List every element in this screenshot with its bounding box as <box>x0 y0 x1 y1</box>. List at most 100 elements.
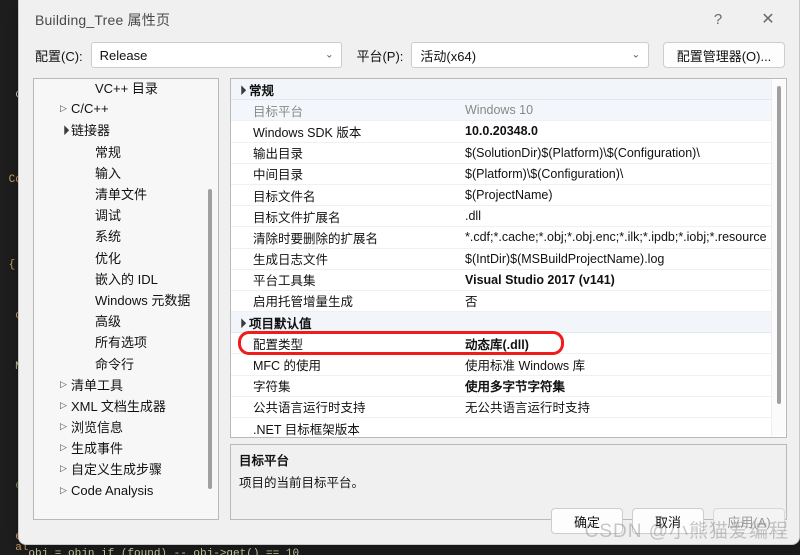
property-row[interactable]: 目标文件扩展名 .dll <box>231 206 772 228</box>
tree-item[interactable]: Code Analysis <box>34 480 204 501</box>
cancel-button[interactable]: 取消 <box>632 508 704 534</box>
tree-item[interactable]: VC++ 目录 <box>34 79 204 98</box>
property-value[interactable]: Windows 10 <box>459 103 772 117</box>
property-name: .NET 目标框架版本 <box>253 422 360 437</box>
configuration-manager-button[interactable]: 配置管理器(O)... <box>663 42 785 68</box>
tree-item[interactable]: 优化 <box>34 247 204 268</box>
property-row[interactable]: 目标平台 Windows 10 <box>231 100 772 122</box>
tree-twisty-right-icon[interactable] <box>56 443 71 452</box>
property-row[interactable]: 配置类型 动态库(.dll) <box>231 333 772 355</box>
chevron-down-icon: ⌄ <box>631 49 640 61</box>
property-row[interactable]: 中间目录 $(Platform)\$(Configuration)\ <box>231 164 772 185</box>
property-value[interactable]: 使用标准 Windows 库 <box>459 355 772 374</box>
close-icon[interactable]: ✕ <box>745 0 791 38</box>
property-row[interactable]: MFC 的使用 使用标准 Windows 库 <box>231 354 772 376</box>
tree-scrollbar-thumb[interactable] <box>208 189 212 489</box>
category-twisty-down-icon[interactable] <box>231 84 249 95</box>
property-name: 字符集 <box>253 380 291 395</box>
property-value[interactable]: $(IntDir)$(MSBuildProjectName).log <box>459 252 772 266</box>
title-bar: Building_Tree 属性页 ? ✕ <box>19 0 799 40</box>
configuration-value: Release <box>99 47 148 63</box>
configuration-bar: 配置(C): Release ⌄ 平台(P): 活动(x64) ⌄ 配置管理器(… <box>19 40 799 78</box>
platform-combobox[interactable]: 活动(x64) ⌄ <box>411 42 649 68</box>
platform-value: 活动(x64) <box>420 48 477 64</box>
property-value[interactable]: 使用多字节字符集 <box>459 376 772 395</box>
tree-twisty-right-icon[interactable] <box>56 486 71 495</box>
property-name: 公共语言运行时支持 <box>253 401 366 416</box>
tree-item[interactable]: 自定义生成步骤 <box>34 458 204 479</box>
property-value[interactable]: 动态库(.dll) <box>459 334 772 353</box>
tree-twisty-right-icon[interactable] <box>56 380 71 389</box>
property-name: 中间目录 <box>253 168 304 183</box>
tree-item[interactable]: 调试 <box>34 204 204 225</box>
tree-item[interactable]: 清单文件 <box>34 183 204 204</box>
tree-twisty-right-icon[interactable] <box>56 422 71 431</box>
ok-button[interactable]: 确定 <box>551 508 623 534</box>
property-value[interactable]: 10.0.20348.0 <box>459 124 772 138</box>
property-category-row[interactable]: 常规 <box>231 79 772 101</box>
property-value[interactable]: .dll <box>459 209 772 223</box>
tree-twisty-down-icon[interactable] <box>56 125 71 134</box>
property-row[interactable]: .NET 目标框架版本 <box>231 418 772 437</box>
property-row[interactable]: 公共语言运行时支持 无公共语言运行时支持 <box>231 397 772 418</box>
configuration-combobox[interactable]: Release ⌄ <box>90 42 343 68</box>
property-row[interactable]: 输出目录 $(SolutionDir)$(Platform)\$(Configur… <box>231 143 772 164</box>
tree-twisty-right-icon[interactable] <box>56 464 71 473</box>
tree-item[interactable]: 命令行 <box>34 352 204 373</box>
tree-item-label: 自定义生成步骤 <box>71 462 163 478</box>
category-twisty-down-icon[interactable] <box>231 317 249 328</box>
property-value[interactable]: 否 <box>459 291 772 310</box>
tree-item-label: 所有选项 <box>95 335 148 351</box>
property-value[interactable]: $(ProjectName) <box>459 188 772 202</box>
tree-item[interactable]: 清单工具 <box>34 374 204 395</box>
tree-item-label: Windows 元数据 <box>95 292 191 308</box>
property-value[interactable]: Visual Studio 2017 (v141) <box>459 273 772 287</box>
property-row[interactable]: 目标文件名 $(ProjectName) <box>231 185 772 207</box>
property-value[interactable]: $(Platform)\$(Configuration)\ <box>459 167 772 181</box>
tree-item[interactable]: Windows 元数据 <box>34 289 204 310</box>
property-pages-dialog: Building_Tree 属性页 ? ✕ 配置(C): Release ⌄ 平… <box>18 0 800 545</box>
configuration-label: 配置(C): <box>35 48 83 64</box>
tree-item-label: 链接器 <box>71 123 111 139</box>
tree-item[interactable]: 嵌入的 IDL <box>34 268 204 289</box>
tree-item-label: VC++ 目录 <box>95 81 158 97</box>
tree-item[interactable]: 常规 <box>34 141 204 162</box>
tree-item[interactable]: 高级 <box>34 310 204 331</box>
tree-item[interactable]: 系统 <box>34 225 204 246</box>
property-category-row[interactable]: 项目默认值 <box>231 312 772 334</box>
apply-button[interactable]: 应用(A) <box>713 508 785 534</box>
tree-twisty-right-icon[interactable] <box>56 401 71 410</box>
tree-item[interactable]: 链接器 <box>34 119 204 140</box>
tree-item-label: 清单工具 <box>71 377 124 393</box>
tree-item[interactable]: XML 文档生成器 <box>34 395 204 416</box>
tree-twisty-right-icon[interactable] <box>56 104 71 113</box>
help-icon[interactable]: ? <box>695 0 741 38</box>
tree-item[interactable]: 所有选项 <box>34 331 204 352</box>
property-name: Windows SDK 版本 <box>253 125 362 140</box>
property-row[interactable]: 平台工具集 Visual Studio 2017 (v141) <box>231 270 772 291</box>
property-name: 启用托管增量生成 <box>253 295 354 310</box>
property-grid-scrollbar[interactable] <box>771 80 785 436</box>
tree-item[interactable]: C/C++ <box>34 98 204 119</box>
tree-item[interactable]: 输入 <box>34 162 204 183</box>
property-name: 清除时要删除的扩展名 <box>253 231 379 246</box>
dialog-footer: 确定 取消 应用(A) <box>551 508 785 534</box>
property-row[interactable]: Windows SDK 版本 10.0.20348.0 <box>231 121 772 143</box>
tree-item-label: Code Analysis <box>71 482 154 498</box>
property-name: 常规 <box>249 83 275 98</box>
property-row[interactable]: 字符集 使用多字节字符集 <box>231 376 772 397</box>
property-value[interactable]: 无公共语言运行时支持 <box>459 397 772 416</box>
property-name: 输出目录 <box>253 147 304 162</box>
property-grid-rows: 常规目标平台 Windows 10 Windows SDK 版本 10.0.20348… <box>231 79 772 437</box>
tree-scrollbar[interactable] <box>204 81 216 517</box>
property-value[interactable]: *.cdf;*.cache;*.obj;*.obj.enc;*.ilk;*.ip… <box>459 230 772 244</box>
property-row[interactable]: 生成日志文件 $(IntDir)$(MSBuildProjectName).log <box>231 249 772 270</box>
tree-item[interactable]: 生成事件 <box>34 437 204 458</box>
tree-item-label: 常规 <box>95 144 122 160</box>
property-row[interactable]: 启用托管增量生成 否 <box>231 291 772 313</box>
property-row[interactable]: 清除时要删除的扩展名 *.cdf;*.cache;*.obj;*.obj.enc;… <box>231 227 772 249</box>
property-value[interactable]: $(SolutionDir)$(Platform)\$(Configuratio… <box>459 146 772 160</box>
property-grid: 常规目标平台 Windows 10 Windows SDK 版本 10.0.20348… <box>230 78 787 438</box>
property-grid-scrollbar-thumb[interactable] <box>777 86 781 404</box>
tree-item[interactable]: 浏览信息 <box>34 416 204 437</box>
